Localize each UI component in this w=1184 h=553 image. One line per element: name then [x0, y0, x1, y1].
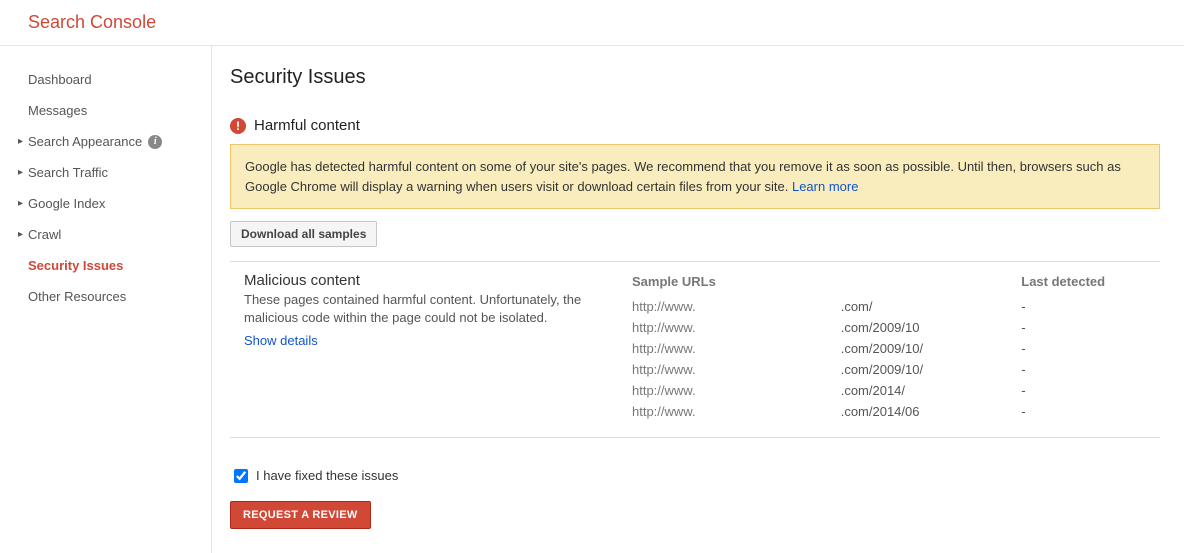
table-row: http://www. .com/2009/10/ -: [632, 360, 1158, 379]
table-row: http://www. .com/2009/10 -: [632, 318, 1158, 337]
last-detected: -: [1021, 318, 1158, 337]
issue-title: Malicious content: [244, 272, 610, 289]
url-path: .com/: [771, 297, 1020, 316]
caret-right-icon: ▸: [18, 136, 26, 147]
alert-icon: !: [230, 118, 246, 134]
sidebar-item-search-appearance[interactable]: ▸ Search Appearance i: [0, 126, 211, 157]
sidebar-item-label: Search Appearance: [28, 134, 142, 149]
sidebar-item-crawl[interactable]: ▸ Crawl: [0, 219, 211, 250]
sidebar-item-label: Other Resources: [28, 289, 126, 304]
issue-description: These pages contained harmful content. U…: [244, 291, 610, 327]
show-details-link[interactable]: Show details: [244, 333, 318, 348]
last-detected: -: [1021, 339, 1158, 358]
sidebar-item-label: Dashboard: [28, 72, 92, 87]
url-path: .com/2009/10: [771, 318, 1020, 337]
sample-urls-table: Sample URLs Last detected http://www. .c…: [630, 272, 1160, 423]
col-sample-urls: Sample URLs: [632, 274, 769, 295]
sidebar-item-messages[interactable]: Messages: [0, 95, 211, 126]
fixed-issues-checkbox[interactable]: [234, 469, 248, 483]
page-title: Security Issues: [230, 66, 1160, 89]
url-path: .com/2014/06: [771, 402, 1020, 421]
table-row: http://www. .com/ -: [632, 297, 1158, 316]
caret-right-icon: ▸: [18, 198, 26, 209]
url-scheme: http://www.: [632, 362, 696, 377]
caret-right-icon: ▸: [18, 229, 26, 240]
divider: [230, 261, 1160, 262]
table-row: http://www. .com/2014/ -: [632, 381, 1158, 400]
main-content: Security Issues ! Harmful content Google…: [212, 46, 1184, 553]
sidebar-item-security-issues[interactable]: Security Issues: [0, 250, 211, 281]
url-scheme: http://www.: [632, 299, 696, 314]
warning-notice: Google has detected harmful content on s…: [230, 144, 1160, 209]
topbar: Search Console: [0, 0, 1184, 46]
section-title: Harmful content: [254, 117, 360, 134]
sidebar-item-label: Search Traffic: [28, 165, 108, 180]
table-row: http://www. .com/2009/10/ -: [632, 339, 1158, 358]
sidebar: Dashboard Messages ▸ Search Appearance i…: [0, 46, 212, 553]
url-path: .com/2009/10/: [771, 360, 1020, 379]
table-row: http://www. .com/2014/06 -: [632, 402, 1158, 421]
caret-right-icon: ▸: [18, 167, 26, 178]
last-detected: -: [1021, 381, 1158, 400]
col-last-detected: Last detected: [1021, 274, 1158, 295]
url-scheme: http://www.: [632, 383, 696, 398]
fixed-issues-label[interactable]: I have fixed these issues: [256, 468, 398, 483]
url-scheme: http://www.: [632, 341, 696, 356]
sidebar-item-label: Google Index: [28, 196, 105, 211]
sidebar-item-google-index[interactable]: ▸ Google Index: [0, 188, 211, 219]
url-path: .com/2014/: [771, 381, 1020, 400]
info-icon[interactable]: i: [148, 135, 162, 149]
sidebar-item-label: Messages: [28, 103, 87, 118]
last-detected: -: [1021, 402, 1158, 421]
url-scheme: http://www.: [632, 404, 696, 419]
sidebar-item-dashboard[interactable]: Dashboard: [0, 64, 211, 95]
url-scheme: http://www.: [632, 320, 696, 335]
url-path: .com/2009/10/: [771, 339, 1020, 358]
sidebar-item-search-traffic[interactable]: ▸ Search Traffic: [0, 157, 211, 188]
last-detected: -: [1021, 297, 1158, 316]
sidebar-item-label: Security Issues: [28, 258, 123, 273]
learn-more-link[interactable]: Learn more: [792, 179, 858, 194]
notice-text: Google has detected harmful content on s…: [245, 159, 1121, 194]
divider: [230, 437, 1160, 438]
section-header: ! Harmful content: [230, 117, 1160, 134]
sidebar-item-label: Crawl: [28, 227, 61, 242]
last-detected: -: [1021, 360, 1158, 379]
brand-title[interactable]: Search Console: [28, 12, 156, 32]
sidebar-item-other-resources[interactable]: Other Resources: [0, 281, 211, 312]
download-all-samples-button[interactable]: Download all samples: [230, 221, 377, 247]
request-review-button[interactable]: REQUEST A REVIEW: [230, 501, 371, 529]
